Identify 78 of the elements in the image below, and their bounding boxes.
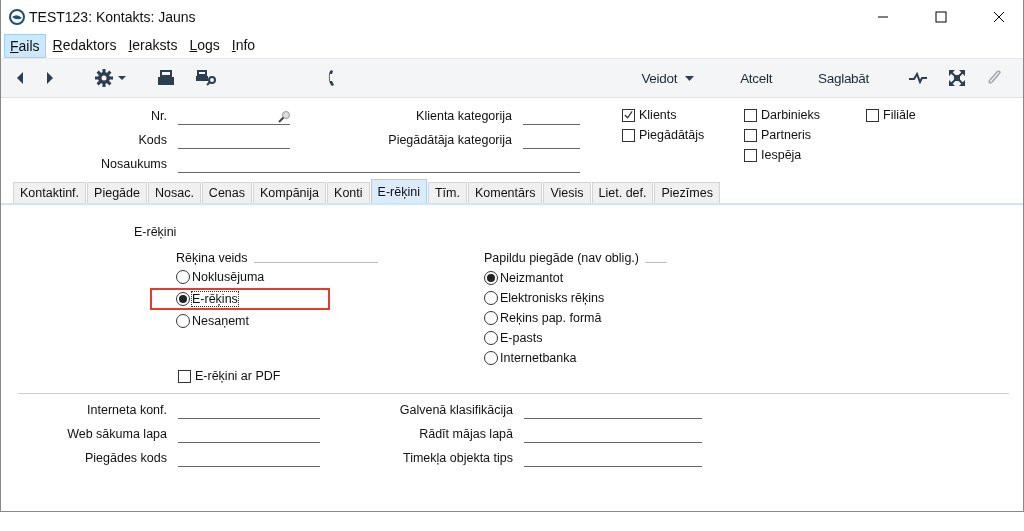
field-label: Timekļa objekta tips: [402, 450, 513, 467]
radio-label: Nesaņemt: [192, 314, 249, 328]
checkbox[interactable]: [744, 108, 757, 122]
forward-icon[interactable]: [45, 71, 55, 85]
group-title: Papildu piegāde (nav oblig.): [484, 251, 639, 265]
checkbox[interactable]: [744, 148, 757, 162]
checkbox[interactable]: [744, 128, 757, 142]
tab[interactable]: Viesis: [543, 182, 591, 203]
back-icon[interactable]: [15, 71, 25, 85]
radio-button[interactable]: [484, 271, 498, 285]
close-icon[interactable]: [993, 11, 1005, 23]
maximize-icon[interactable]: [935, 11, 947, 23]
toolbar-button[interactable]: Atcelt: [734, 66, 779, 90]
field-label: Galvenā klasifikācija: [398, 402, 513, 419]
tab[interactable]: Nosac.: [147, 182, 201, 203]
tab[interactable]: Piezīmes: [654, 182, 720, 203]
caret-icon[interactable]: [685, 75, 695, 81]
menu-item[interactable]: Logs: [184, 34, 225, 58]
field-label: Rādīt mājas lapā: [418, 426, 513, 443]
toolbar-button[interactable]: Veidot: [635, 66, 701, 90]
tab[interactable]: Konti: [327, 182, 370, 203]
window-title: TEST123: Kontakts: Jauns: [29, 9, 196, 25]
checkbox-label: Darbinieks: [761, 108, 821, 122]
tab[interactable]: Cenas: [201, 182, 252, 203]
radio-button[interactable]: [484, 331, 498, 345]
checkbox[interactable]: [866, 108, 879, 122]
tab[interactable]: Piegāde: [87, 182, 147, 203]
radio-button[interactable]: [484, 291, 498, 305]
checkbox[interactable]: [622, 108, 635, 122]
radio-button[interactable]: [484, 311, 498, 325]
checkbox-label: Iespēja: [761, 148, 802, 162]
app-logo-icon: [9, 9, 25, 25]
group-title: Rēķina veids: [176, 251, 248, 265]
checkbox-label: E-rēķini ar PDF: [195, 369, 281, 383]
pulse-icon[interactable]: [909, 72, 927, 84]
radio-label: E-rēķins: [192, 292, 238, 306]
field-label: Web sākuma lapa: [66, 426, 167, 443]
radio-label: E-pasts: [500, 331, 543, 345]
search-icon[interactable]: [278, 111, 290, 123]
checkbox[interactable]: [178, 369, 191, 383]
menu-item[interactable]: Fails: [4, 34, 46, 58]
radio-button[interactable]: [176, 270, 190, 284]
radio-button[interactable]: [484, 351, 498, 365]
menu-item[interactable]: Info: [226, 34, 261, 58]
section-title: E-rēķini: [134, 225, 178, 239]
tab[interactable]: Kontaktinf.: [13, 182, 87, 203]
checkbox[interactable]: [622, 128, 635, 142]
field-label: Kods: [137, 132, 167, 149]
print-preview-icon[interactable]: [195, 70, 217, 86]
field-label: Piegādātāja kategorija: [387, 132, 512, 149]
radio-label: Neizmantot: [500, 271, 564, 285]
tab[interactable]: Tīm.: [427, 182, 467, 203]
checkbox-label: Partneris: [761, 128, 812, 142]
tab[interactable]: Kompānija: [253, 182, 327, 203]
expand-icon[interactable]: [949, 70, 965, 86]
tab[interactable]: E-rēķini: [370, 179, 427, 203]
radio-button[interactable]: [176, 314, 190, 328]
field-label: Klienta kategorija: [415, 108, 512, 125]
input-field[interactable]: [178, 110, 290, 125]
menu-item[interactable]: Ieraksts: [123, 34, 183, 58]
printer-icon[interactable]: [157, 70, 175, 86]
radio-label: Noklusējuma: [192, 270, 265, 284]
radio-button[interactable]: [176, 292, 190, 306]
radio-label: Elektronisks rēķins: [500, 291, 605, 305]
checkbox-label: Piegādātājs: [639, 128, 705, 142]
checkbox-label: Filiāle: [883, 108, 916, 122]
checkbox-label: Klients: [639, 108, 677, 122]
field-label: Interneta konf.: [86, 402, 167, 419]
tab[interactable]: Liet. def.: [591, 182, 654, 203]
menu-item[interactable]: Redaktors: [47, 34, 122, 58]
radio-label: Reķins pap. formā: [500, 311, 602, 325]
radio-label: Internetbanka: [500, 351, 577, 365]
field-label: Piegādes kods: [84, 450, 167, 467]
tab[interactable]: Komentārs: [467, 182, 543, 203]
toolbar-button[interactable]: Saglabāt: [812, 66, 875, 90]
settings-icon[interactable]: [95, 69, 127, 87]
field-label: Nr.: [150, 108, 167, 125]
field-label: Nosaukums: [100, 156, 167, 173]
